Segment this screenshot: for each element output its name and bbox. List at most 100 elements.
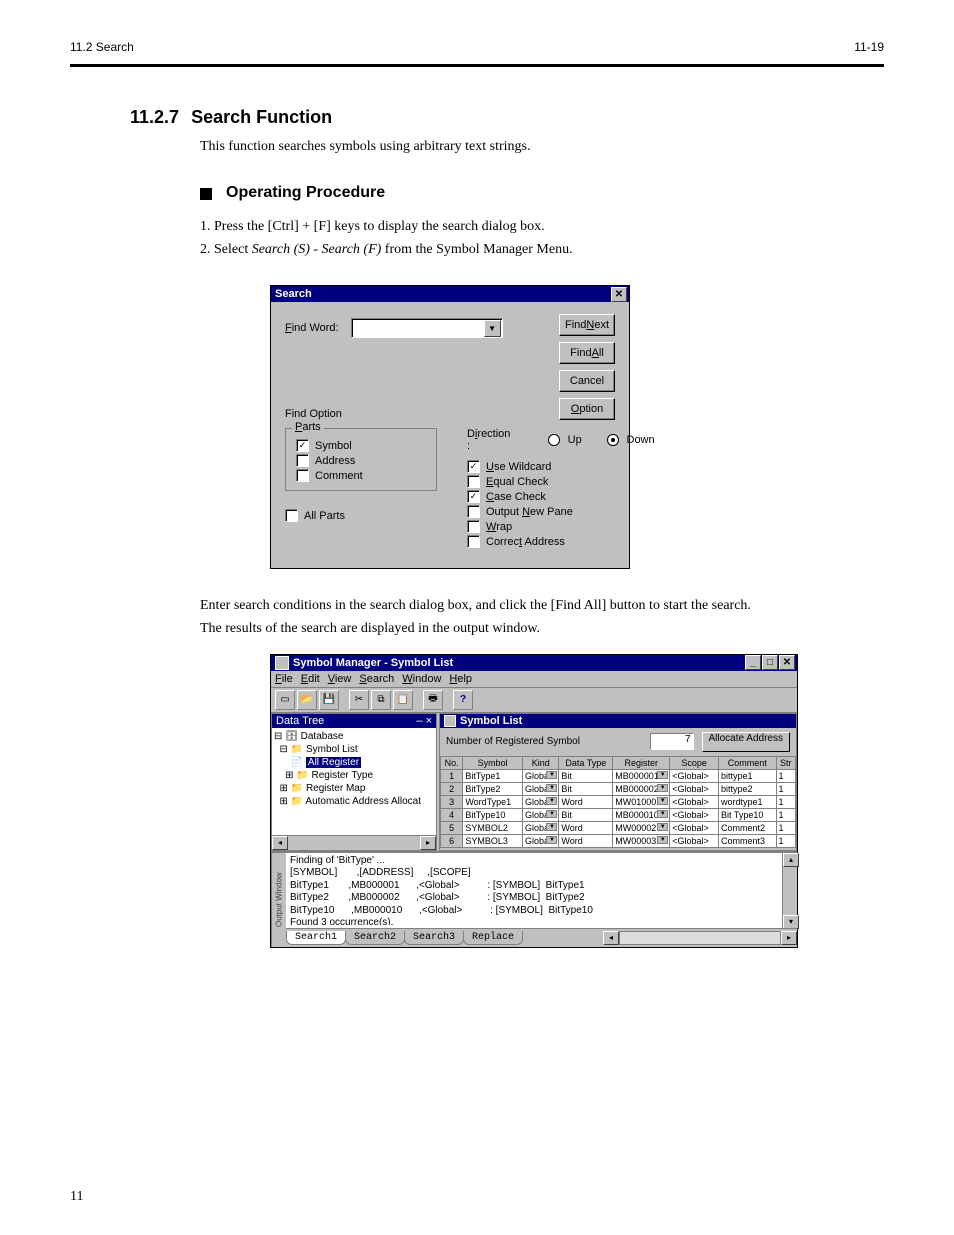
symbol-manager-window: Symbol Manager - Symbol List _ □ ✕ File … bbox=[270, 654, 798, 948]
section-title: 11.2.7 Search Function bbox=[130, 107, 884, 128]
window-titlebar: Symbol Manager - Symbol List _ □ ✕ bbox=[271, 655, 797, 671]
step-list: 1. Press the [Ctrl] + [F] keys to displa… bbox=[200, 216, 884, 261]
section-text: Search Function bbox=[191, 107, 332, 128]
table-row: 4BitType10GlobalBitMB000010<Global>Bit T… bbox=[441, 808, 796, 821]
tab-replace[interactable]: Replace bbox=[463, 931, 523, 945]
col-kind[interactable]: Kind bbox=[523, 756, 559, 769]
scroll-left-icon[interactable]: ◂ bbox=[272, 836, 288, 850]
chk-case[interactable]: ✓Case Check bbox=[467, 490, 655, 503]
parts-group-label: Parts bbox=[292, 421, 324, 433]
chk-correct[interactable]: Correct Address bbox=[467, 535, 655, 548]
symbol-list-pane: Symbol List Number of Registered Symbol … bbox=[439, 713, 797, 851]
radio-down[interactable] bbox=[607, 434, 618, 446]
page-footer: 11 bbox=[70, 1189, 83, 1205]
col-datatype[interactable]: Data Type bbox=[559, 756, 613, 769]
toolbar-help-icon[interactable]: ? bbox=[453, 690, 473, 710]
tree-min-icon[interactable]: – bbox=[416, 715, 422, 727]
maximize-icon[interactable]: □ bbox=[762, 655, 778, 670]
chk-comment[interactable]: Comment bbox=[296, 469, 426, 482]
chk-equal[interactable]: Equal Check bbox=[467, 475, 655, 488]
rule bbox=[70, 64, 884, 67]
find-next-button[interactable]: Find Next bbox=[559, 314, 615, 336]
toolbar-cut-icon[interactable]: ✂ bbox=[349, 690, 369, 710]
tab-search2[interactable]: Search2 bbox=[345, 931, 405, 945]
list-icon bbox=[444, 715, 456, 727]
chk-newpane[interactable]: Output New Pane bbox=[467, 505, 655, 518]
toolbar-copy-icon[interactable]: ⧉ bbox=[371, 690, 391, 710]
minimize-icon[interactable]: _ bbox=[745, 655, 761, 670]
menu-search[interactable]: Search bbox=[359, 673, 394, 685]
col-symbol[interactable]: Symbol bbox=[463, 756, 523, 769]
tab-search1[interactable]: Search1 bbox=[286, 931, 346, 945]
col-scope[interactable]: Scope bbox=[670, 756, 719, 769]
window-title: Symbol Manager - Symbol List bbox=[293, 657, 453, 669]
chk-all-parts-label: All Parts bbox=[304, 510, 345, 522]
app-icon bbox=[275, 656, 289, 670]
tree-close-icon[interactable]: × bbox=[426, 715, 432, 727]
radio-up[interactable] bbox=[548, 434, 559, 446]
output-tabs: Search1 Search2 Search3 Replace ◂ ▸ bbox=[286, 928, 797, 947]
op-title: Operating Procedure bbox=[226, 184, 385, 202]
tree-item-all-register[interactable]: All Register bbox=[306, 757, 361, 768]
find-all-button[interactable]: Find All bbox=[559, 342, 615, 364]
intro-text: This function searches symbols using arb… bbox=[200, 136, 884, 158]
scroll-right-icon[interactable]: ▸ bbox=[420, 836, 436, 850]
step-2-em: Search (S) - Search (F) bbox=[252, 242, 382, 257]
option-button[interactable]: Option bbox=[559, 398, 615, 420]
col-no[interactable]: No. bbox=[441, 756, 463, 769]
chk-wildcard[interactable]: ✓Use Wildcard bbox=[467, 460, 655, 473]
cancel-button[interactable]: Cancel bbox=[559, 370, 615, 392]
chk-address-label: Address bbox=[315, 455, 355, 467]
chk-address[interactable]: Address bbox=[296, 454, 426, 467]
square-bullet-icon bbox=[200, 188, 212, 200]
toolbar: ▭ 📂 💾 ✂ ⧉ 📋 🖶 ? bbox=[271, 688, 797, 713]
registered-count-value: 7 bbox=[650, 733, 694, 750]
step-2-body: Select bbox=[214, 242, 252, 257]
menu-window[interactable]: Window bbox=[402, 673, 441, 685]
menu-view[interactable]: View bbox=[328, 673, 352, 685]
toolbar-print-icon[interactable]: 🖶 bbox=[423, 690, 443, 710]
operating-procedure-heading: Operating Procedure bbox=[200, 184, 884, 202]
close-icon[interactable]: ✕ bbox=[779, 655, 795, 670]
table-row: 3WordType1GlobalWordMW01000<Global>wordt… bbox=[441, 795, 796, 808]
radio-down-label: Down bbox=[627, 434, 655, 446]
close-icon[interactable]: ✕ bbox=[611, 287, 627, 302]
step-2-number: 2. bbox=[200, 242, 211, 257]
table-row: 5SYMBOL2GlobalWordMW00002<Global>Comment… bbox=[441, 821, 796, 834]
output-content: Finding of 'BitType' ... [SYMBOL] ,[ADDR… bbox=[286, 853, 797, 925]
chk-symbol[interactable]: ✓Symbol bbox=[296, 439, 426, 452]
col-register[interactable]: Register bbox=[613, 756, 670, 769]
find-word-input[interactable]: ▼ bbox=[351, 318, 503, 338]
registered-count-label: Number of Registered Symbol bbox=[446, 736, 580, 747]
menu-file[interactable]: File bbox=[275, 673, 293, 685]
menu-edit[interactable]: Edit bbox=[301, 673, 320, 685]
col-comment[interactable]: Comment bbox=[719, 756, 777, 769]
dialog-titlebar: Search ✕ bbox=[271, 286, 629, 302]
chk-symbol-label: Symbol bbox=[315, 440, 352, 452]
toolbar-open-icon[interactable]: 📂 bbox=[297, 690, 317, 710]
table-row: 6SYMBOL3GlobalWordMW00003<Global>Comment… bbox=[441, 834, 796, 847]
output-sidebar-label: Output Window bbox=[271, 853, 286, 947]
direction-group: Direction : Up Down bbox=[467, 428, 655, 452]
symbol-grid[interactable]: No. Symbol Kind Data Type Register Scope… bbox=[440, 756, 796, 848]
chk-comment-label: Comment bbox=[315, 470, 363, 482]
hscroll-right-icon[interactable]: ▸ bbox=[781, 931, 797, 945]
toolbar-paste-icon[interactable]: 📋 bbox=[393, 690, 413, 710]
step-1-number: 1. bbox=[200, 219, 211, 234]
allocate-address-button[interactable]: Allocate Address bbox=[702, 732, 791, 752]
chk-wrap[interactable]: Wrap bbox=[467, 520, 655, 533]
dropdown-icon[interactable]: ▼ bbox=[484, 320, 501, 337]
toolbar-save-icon[interactable]: 💾 bbox=[319, 690, 339, 710]
table-row: 1BitType1GlobalBitMB000001<Global>bittyp… bbox=[441, 769, 796, 782]
toolbar-new-icon[interactable]: ▭ bbox=[275, 690, 295, 710]
header-right: 11-19 bbox=[854, 40, 884, 54]
scroll-up-icon[interactable]: ▴ bbox=[783, 853, 799, 867]
menu-help[interactable]: Help bbox=[449, 673, 472, 685]
scroll-down-icon[interactable]: ▾ bbox=[783, 915, 799, 929]
dialog-title: Search bbox=[275, 288, 312, 300]
data-tree[interactable]: ⊟ 🗄 Database ⊟ 📁 Symbol List 📄 All Regis… bbox=[272, 728, 436, 835]
chk-all-parts[interactable]: All Parts bbox=[285, 509, 437, 522]
hscroll-left-icon[interactable]: ◂ bbox=[603, 931, 619, 945]
col-str[interactable]: Str bbox=[776, 756, 795, 769]
tab-search3[interactable]: Search3 bbox=[404, 931, 464, 945]
